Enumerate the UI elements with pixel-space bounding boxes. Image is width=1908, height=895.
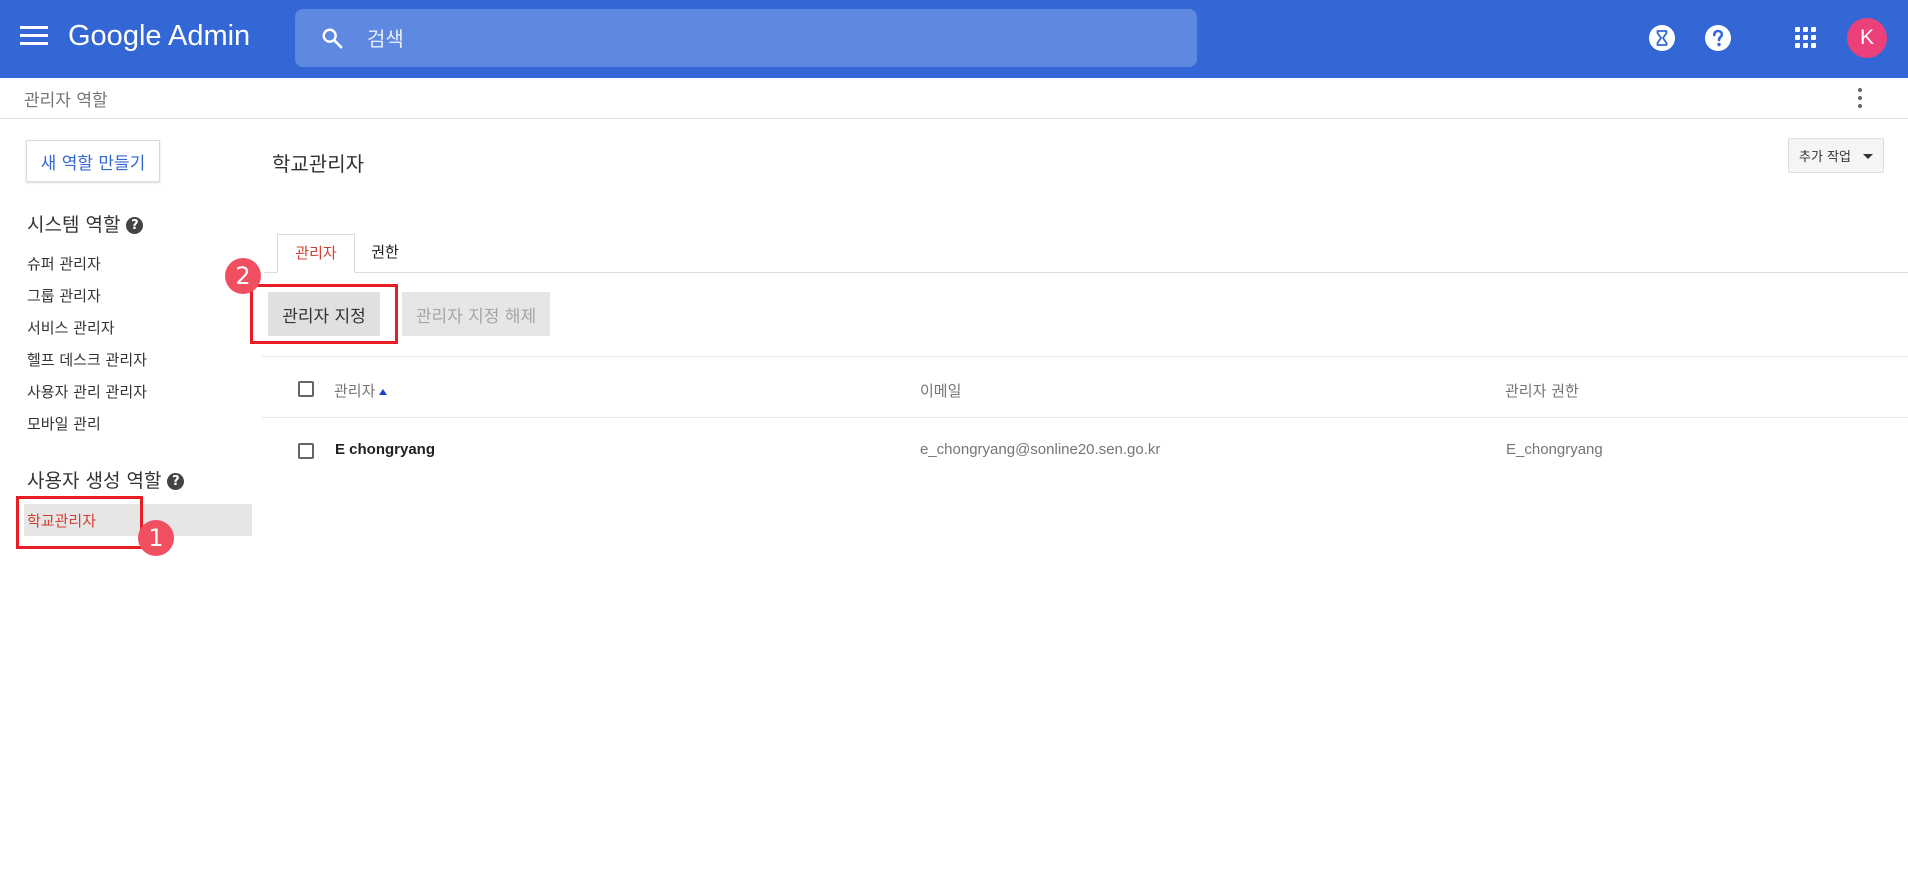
more-actions-label: 추가 작업 — [1799, 150, 1851, 165]
row-checkbox[interactable] — [298, 443, 314, 459]
annotation-box-step1 — [16, 496, 143, 549]
sidebar-item-user-mgmt-admin[interactable]: 사용자 관리 관리자 — [27, 381, 147, 402]
table-divider — [262, 417, 1908, 418]
search-icon[interactable] — [321, 27, 343, 49]
sidebar-item-groups-admin[interactable]: 그룹 관리자 — [27, 285, 101, 306]
system-roles-heading-label: 시스템 역할 — [27, 214, 121, 236]
avatar[interactable]: K — [1847, 18, 1887, 58]
help-icon[interactable] — [1704, 24, 1732, 52]
help-circle-icon[interactable]: ? — [126, 217, 144, 234]
sidebar-item-helpdesk-admin[interactable]: 헬프 데스크 관리자 — [27, 349, 147, 370]
column-header-admin[interactable]: 관리자 — [334, 380, 388, 401]
create-role-button[interactable]: 새 역할 만들기 — [26, 140, 160, 182]
top-app-bar: Google Admin K — [0, 0, 1908, 78]
hourglass-icon[interactable] — [1649, 25, 1675, 51]
breadcrumb[interactable]: 관리자 역할 — [24, 86, 108, 111]
more-actions-dropdown[interactable]: 추가 작업 — [1788, 138, 1884, 173]
admin-email: e_chongryang@sonline20.sen.go.kr — [920, 441, 1161, 458]
unassign-admin-button[interactable]: 관리자 지정 해제 — [402, 292, 550, 336]
tab-privileges[interactable]: 권한 — [360, 234, 410, 273]
column-header-email: 이메일 — [920, 382, 962, 400]
system-roles-heading: 시스템 역할? — [27, 210, 144, 237]
more-vert-icon[interactable] — [1857, 88, 1863, 110]
annotation-badge-step2: 2 — [225, 258, 261, 294]
tab-admins[interactable]: 관리자 — [277, 234, 355, 273]
search-input[interactable] — [365, 17, 1169, 61]
menu-icon[interactable] — [20, 26, 48, 50]
admin-privilege: E_chongryang — [1506, 441, 1603, 458]
annotation-box-step2 — [250, 284, 398, 344]
apps-icon[interactable] — [1795, 27, 1817, 49]
caret-down-icon — [1863, 154, 1873, 159]
custom-roles-heading: 사용자 생성 역할? — [27, 466, 185, 493]
breadcrumb-bar: 관리자 역할 — [0, 78, 1908, 119]
sort-ascending-icon — [379, 389, 388, 395]
column-header-privileges: 관리자 권한 — [1505, 382, 1579, 400]
annotation-badge-step1: 1 — [138, 520, 174, 556]
select-all-checkbox[interactable] — [298, 381, 314, 397]
help-circle-icon[interactable]: ? — [167, 473, 185, 490]
tab-divider — [264, 272, 1908, 273]
sidebar-item-mobile-admin[interactable]: 모바일 관리 — [27, 413, 101, 434]
table-divider — [262, 356, 1908, 357]
app-logo[interactable]: Google Admin — [68, 20, 250, 53]
custom-roles-heading-label: 사용자 생성 역할 — [27, 470, 162, 492]
sidebar-item-super-admin[interactable]: 슈퍼 관리자 — [27, 253, 101, 274]
search-bar[interactable] — [295, 9, 1197, 67]
sidebar-item-services-admin[interactable]: 서비스 관리자 — [27, 317, 115, 338]
column-header-admin-label: 관리자 — [334, 382, 376, 400]
page-title: 학교관리자 — [272, 152, 364, 176]
admin-name[interactable]: E chongryang — [335, 441, 435, 458]
